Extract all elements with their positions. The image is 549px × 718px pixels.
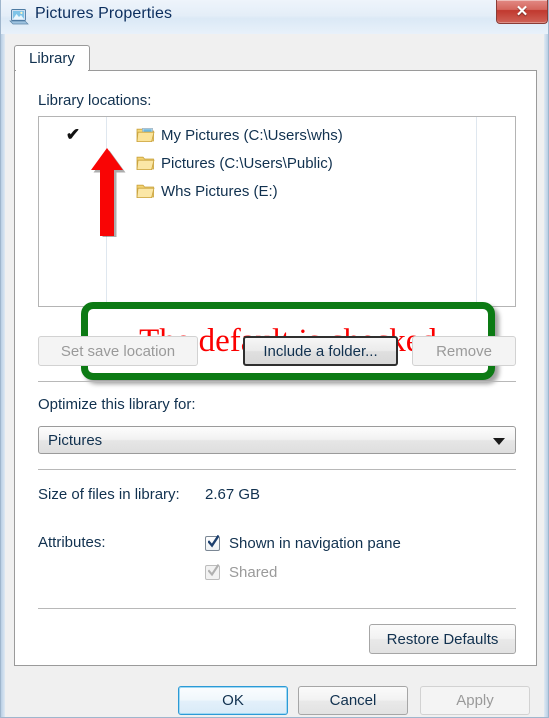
tab-library-label: Library — [29, 50, 75, 67]
tab-library[interactable]: Library — [14, 45, 90, 71]
window-frame-right — [544, 34, 548, 717]
checkbox-shared: Shared — [205, 562, 277, 582]
optimize-label: Optimize this library for: — [38, 396, 196, 413]
separator-3 — [38, 608, 516, 609]
chevron-down-icon — [493, 438, 505, 445]
remove-button[interactable]: Remove — [412, 336, 516, 366]
attributes-label: Attributes: — [38, 534, 106, 551]
row-check-default[interactable] — [39, 149, 107, 177]
library-location-name: My Pictures (C:\Users\whs) — [161, 126, 343, 144]
checkbox-box — [205, 563, 220, 580]
pictures-folder-icon — [136, 126, 155, 143]
row-check-default[interactable]: ✔ — [39, 121, 107, 149]
cancel-label: Cancel — [329, 692, 377, 709]
ok-button[interactable]: OK — [178, 686, 288, 715]
include-a-folder-button[interactable]: Include a folder... — [243, 336, 398, 366]
optimize-selected-value: Pictures — [48, 431, 103, 449]
library-locations-list[interactable]: ✔ My Pictures (C:\Users\whs) Pictures (C… — [38, 116, 516, 307]
optimize-dropdown[interactable]: Pictures — [38, 426, 516, 454]
check-icon — [207, 534, 220, 548]
library-pictures-icon — [9, 7, 29, 27]
apply-label: Apply — [456, 692, 494, 709]
size-of-files-value: 2.67 GB — [205, 486, 261, 503]
cancel-button[interactable]: Cancel — [298, 686, 408, 715]
close-button[interactable]: ✕ — [496, 0, 548, 24]
checkbox-label: Shown in navigation pane — [229, 534, 401, 552]
folder-icon — [136, 154, 155, 171]
separator-2 — [38, 469, 516, 470]
separator-1 — [38, 381, 516, 382]
restore-defaults-button[interactable]: Restore Defaults — [369, 624, 516, 654]
table-row[interactable]: Whs Pictures (E:) — [39, 177, 515, 205]
check-icon — [207, 563, 220, 577]
checkbox-label: Shared — [229, 563, 278, 581]
row-check-default[interactable] — [39, 177, 107, 205]
title-bar[interactable]: Pictures Properties ✕ — [1, 0, 548, 34]
folder-icon — [136, 182, 155, 199]
tab-active-notch — [16, 70, 88, 71]
table-row[interactable]: ✔ My Pictures (C:\Users\whs) — [39, 121, 515, 149]
close-icon: ✕ — [515, 3, 529, 20]
table-row[interactable]: Pictures (C:\Users\Public) — [39, 149, 515, 177]
window-frame-left — [1, 34, 5, 717]
include-a-folder-label: Include a folder... — [263, 342, 378, 360]
pictures-properties-dialog: Pictures Properties ✕ Library Library lo… — [0, 0, 549, 718]
remove-label: Remove — [436, 342, 492, 360]
library-location-name: Whs Pictures (E:) — [161, 182, 278, 200]
set-save-location-label: Set save location — [60, 342, 176, 360]
library-tab-page: Library locations: ✔ My Pictures (C:\Use… — [14, 70, 537, 666]
library-location-name: Pictures (C:\Users\Public) — [161, 154, 333, 172]
set-save-location-button[interactable]: Set save location — [38, 336, 198, 366]
tab-strip: Library — [14, 45, 537, 71]
window-title: Pictures Properties — [35, 5, 173, 22]
checkbox-shown-in-navigation-pane[interactable]: Shown in navigation pane — [205, 533, 401, 553]
ok-label: OK — [222, 692, 244, 709]
checkbox-box[interactable] — [205, 534, 220, 551]
size-of-files-label: Size of files in library: — [38, 486, 180, 503]
library-locations-label: Library locations: — [38, 92, 152, 109]
restore-defaults-label: Restore Defaults — [386, 630, 499, 648]
apply-button[interactable]: Apply — [420, 686, 530, 715]
